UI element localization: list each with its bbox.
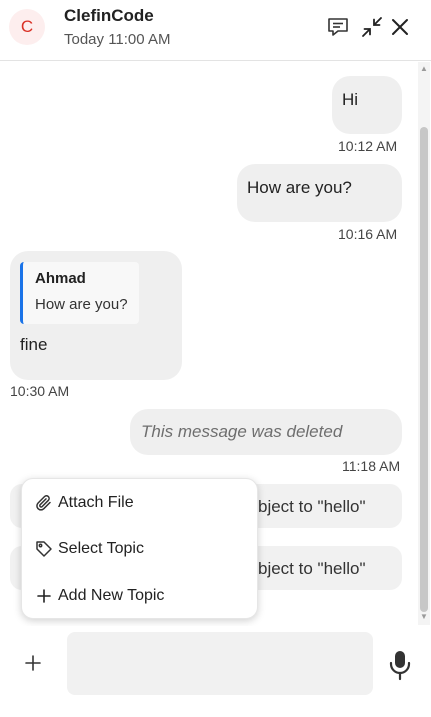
- message-text: bject to "hello": [258, 559, 366, 578]
- message-input[interactable]: [67, 632, 373, 695]
- plus-icon: [34, 586, 54, 606]
- chat-title: ClefinCode: [64, 6, 154, 25]
- message-text: bject to "hello": [258, 497, 366, 516]
- deleted-message-bubble[interactable]: This message was deleted: [130, 409, 402, 455]
- scroll-down-arrow-icon[interactable]: ▼: [420, 612, 428, 621]
- collapse-icon[interactable]: [359, 14, 385, 40]
- message-text: This message was deleted: [141, 422, 343, 441]
- message-time: 11:18 AM: [342, 458, 401, 474]
- message-bubble[interactable]: Hi: [332, 76, 402, 134]
- quoted-message[interactable]: Ahmad How are you?: [20, 262, 139, 324]
- chat-topics-icon[interactable]: [325, 14, 351, 40]
- plus-icon: [25, 655, 41, 671]
- menu-item-label: Attach File: [58, 494, 134, 511]
- menu-item-label: Add New Topic: [58, 587, 165, 604]
- message-text: Hi: [342, 90, 359, 109]
- message-time: 10:30 AM: [10, 383, 70, 399]
- message-text: fine: [20, 335, 48, 354]
- message-text: How are you?: [247, 178, 352, 197]
- tag-icon: [34, 539, 54, 559]
- menu-item-attach-file[interactable]: Attach File: [34, 488, 244, 518]
- quoted-author: Ahmad: [35, 270, 86, 287]
- scroll-up-arrow-icon[interactable]: ▲: [420, 64, 428, 73]
- message-time: 10:12 AM: [338, 138, 398, 154]
- menu-item-select-topic[interactable]: Select Topic: [34, 534, 244, 564]
- microphone-button[interactable]: [387, 649, 413, 681]
- avatar: C: [9, 9, 45, 45]
- chat-subtitle: Today 11:00 AM: [64, 31, 171, 48]
- attach-menu-button[interactable]: [20, 650, 46, 676]
- message-bubble[interactable]: How are you?: [237, 164, 402, 222]
- scrollbar-thumb[interactable]: [420, 127, 428, 612]
- menu-item-add-new-topic[interactable]: Add New Topic: [34, 581, 244, 611]
- quoted-text: How are you?: [35, 296, 128, 313]
- attachment-menu: Attach File Select Topic Add New Topic: [21, 478, 258, 619]
- chat-header: C ClefinCode Today 11:00 AM: [0, 0, 431, 61]
- message-time: 10:16 AM: [338, 226, 398, 242]
- paperclip-icon: [34, 493, 54, 513]
- microphone-icon: [389, 651, 411, 681]
- menu-item-label: Select Topic: [58, 540, 144, 557]
- close-icon[interactable]: [387, 14, 413, 40]
